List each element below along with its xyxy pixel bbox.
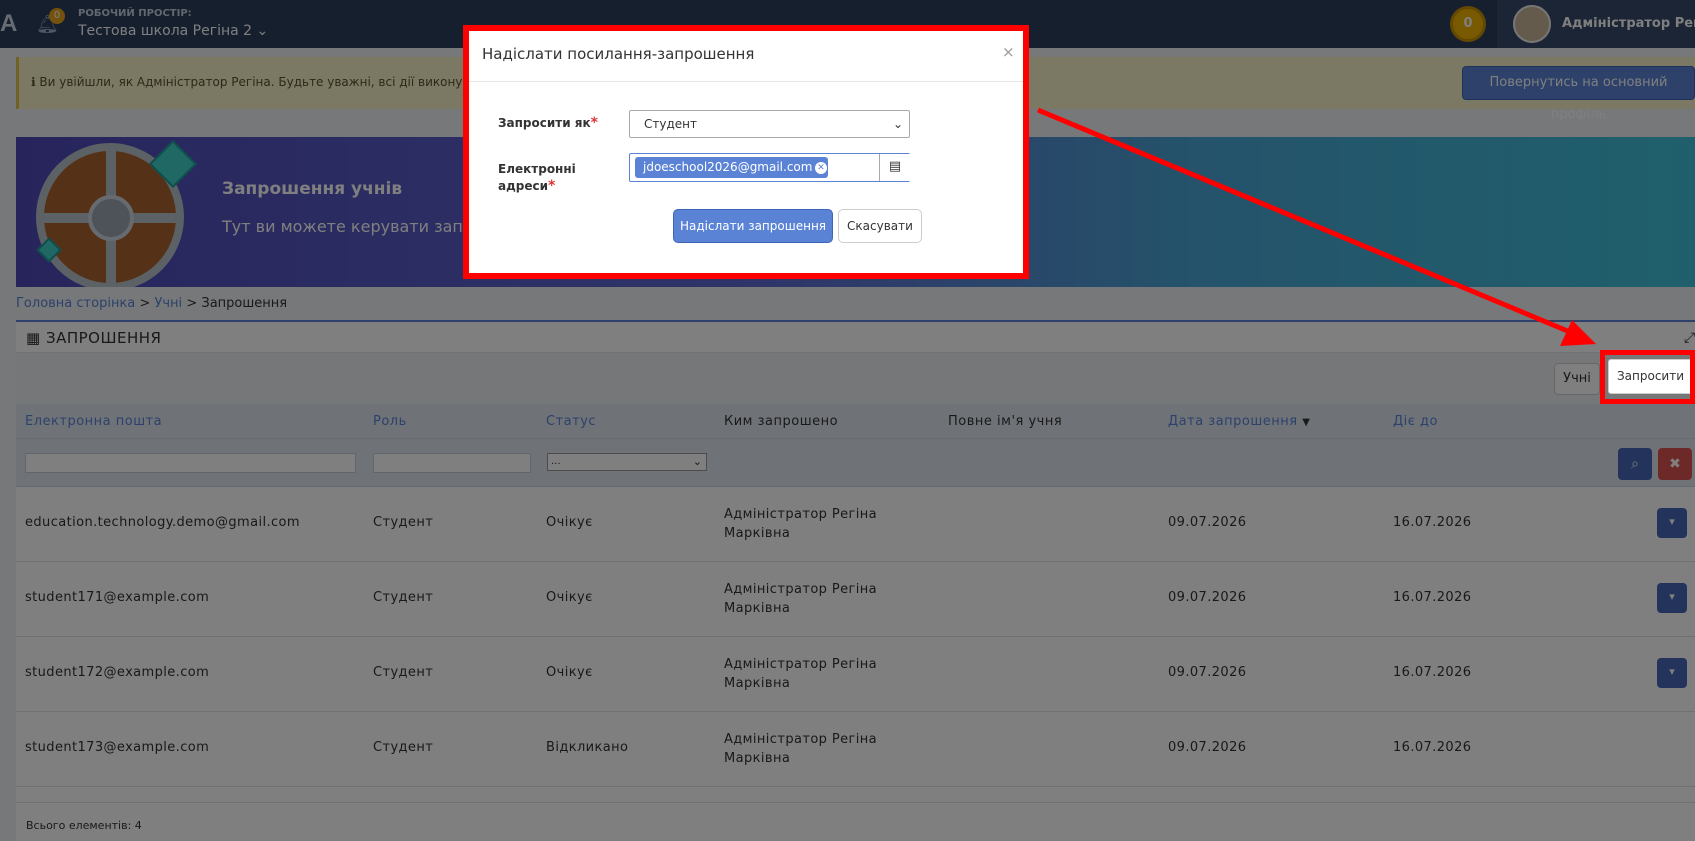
modal-title: Надіслати посилання-запрошення [482,45,755,63]
chevron-down-icon: ⌄ [892,117,903,131]
emails-label: Електронні адреси* [498,161,576,195]
emails-label-line1: Електронні [498,162,576,176]
close-icon[interactable]: × [1002,43,1015,61]
invite-as-select[interactable]: Студент ⌄ [629,110,910,138]
remove-tag-icon[interactable]: ✕ [815,162,827,174]
cancel-button[interactable]: Скасувати [838,209,922,243]
invite-as-label: Запросити як* [498,115,598,132]
emails-tag-input[interactable]: jdoeschool2026@gmail.com ✕ ▤ [629,153,910,182]
invite-as-label-text: Запросити як [498,116,591,130]
required-mark: * [590,115,598,131]
email-tag-text: jdoeschool2026@gmail.com [643,160,813,174]
modal-divider [469,81,1023,82]
required-mark: * [548,178,556,194]
invite-modal: Надіслати посилання-запрошення × Запроси… [469,31,1023,273]
emails-label-line2: адреси [498,179,549,193]
send-invitation-button[interactable]: Надіслати запрошення [673,209,833,243]
invite-as-value: Студент [644,117,697,131]
email-tag: jdoeschool2026@gmail.com ✕ [635,157,828,178]
address-book-icon[interactable]: ▤ [879,154,910,181]
